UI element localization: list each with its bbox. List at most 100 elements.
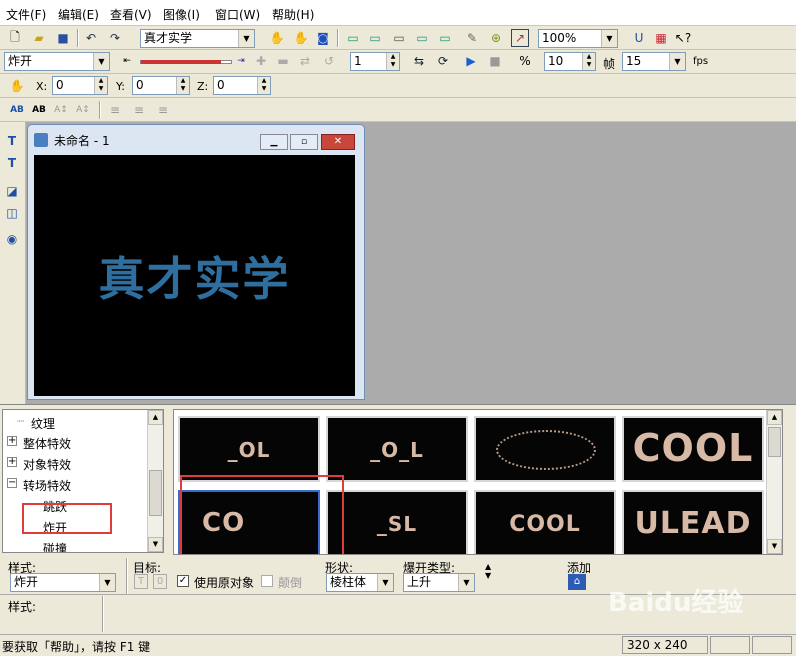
tree-item-transition-effects[interactable]: 转场特效 [23,477,71,494]
spin-arrows-icon[interactable]: ▲ ▼ [94,77,107,94]
text-select-icon[interactable]: T [3,154,21,172]
text-spacing-up-icon[interactable]: A↕ [52,101,70,119]
view-back-icon[interactable]: ▭ [436,29,454,47]
close-icon[interactable]: ✕ [321,134,355,150]
scroll-down-icon[interactable]: ▼ [148,537,163,552]
align-right-icon[interactable]: ≡ [154,101,172,119]
effect-thumb[interactable]: _SL [326,490,468,554]
effect-thumb[interactable]: _OL [178,416,320,482]
pingpong-icon[interactable]: ⇆ [410,52,428,70]
spin-arrows-icon[interactable]: ▲ ▼ [257,77,270,94]
globe-icon[interactable]: ⊕ [487,29,505,47]
menu-image[interactable]: 图像(I) [163,6,200,23]
effect-thumb[interactable]: ULEAD [622,490,764,554]
palette-icon[interactable]: ▦ [652,29,670,47]
range-start-icon[interactable]: ⇤ [118,52,136,70]
scroll-properties-icon[interactable]: ▲ ▼ [485,562,491,580]
text-bold-icon[interactable]: AB [8,101,26,119]
reverse-keyframe-icon[interactable]: ⇄ [296,52,314,70]
text-tool-icon[interactable]: T [3,132,21,150]
move-object-icon[interactable]: ✋ [8,77,26,95]
view-top-icon[interactable]: ▭ [366,29,384,47]
hand-pan-icon[interactable]: ✋ [268,29,286,47]
align-center-icon[interactable]: ≡ [130,101,148,119]
scroll-up-icon[interactable]: ▲ [767,410,782,425]
tree-scroll-thumb[interactable] [149,470,162,516]
align-left-icon[interactable]: ≡ [106,101,124,119]
chevron-down-icon[interactable]: ▼ [99,574,115,591]
preview-canvas[interactable]: 真才实学 [34,155,355,396]
menu-file[interactable]: 文件(F) [6,6,46,23]
expand-plus-icon[interactable]: + [7,436,17,446]
text-spacing-down-icon[interactable]: A↕ [74,101,92,119]
scroll-down-icon[interactable]: ▼ [767,539,782,554]
view-side-icon[interactable]: ▭ [390,29,408,47]
effect-combo[interactable]: 炸开 ▼ [4,52,110,71]
light-tool-icon[interactable]: ✎ [463,29,481,47]
chevron-down-icon[interactable]: ▼ [238,30,254,47]
y-spinner[interactable]: 0 ▲ ▼ [132,76,190,95]
tree-scrollbar[interactable]: ▲ ▼ [147,410,163,552]
ulead-logo-icon[interactable]: U [630,29,648,47]
help-pointer-icon[interactable]: ↖? [674,29,692,47]
menu-edit[interactable]: 编辑(E) [58,6,99,23]
loop-icon[interactable]: ⟳ [434,52,452,70]
target-text-icon[interactable]: T [134,574,148,589]
spin-arrows-icon[interactable]: ▲ ▼ [582,53,595,70]
select-object-icon[interactable]: ◙ [314,29,332,47]
add-keyframe-icon[interactable]: ✚ [252,52,270,70]
tree-item-texture[interactable]: 纹理 [31,415,55,432]
time-slider-track[interactable] [140,60,232,64]
loop-back-icon[interactable]: ↺ [320,52,338,70]
play-icon[interactable]: ▶ [462,52,480,70]
chevron-down-icon[interactable]: ▼ [669,53,685,70]
scroll-up-icon[interactable]: ▲ [148,410,163,425]
spin-arrows-icon[interactable]: ▲ ▼ [176,77,189,94]
menu-window[interactable]: 窗口(W) [215,6,260,23]
chevron-down-icon[interactable]: ▼ [601,30,617,47]
thumbs-scrollbar[interactable]: ▲ ▼ [766,410,782,554]
flip-checkbox[interactable] [261,575,273,587]
mask-tool-icon[interactable]: ◫ [3,204,21,222]
thumbs-scroll-thumb[interactable] [768,427,781,457]
chevron-down-icon[interactable]: ▼ [377,574,393,591]
frames-spinner[interactable]: 10 ▲ ▼ [544,52,596,71]
target-object-icon[interactable]: 0 [153,574,167,589]
new-file-icon[interactable]: 🗋 [6,29,24,47]
z-spinner[interactable]: 0 ▲ ▼ [213,76,271,95]
remove-keyframe-icon[interactable]: ▬ [274,52,292,70]
effect-thumb[interactable]: COOL [474,490,616,554]
effect-thumb[interactable] [474,416,616,482]
redo-icon[interactable]: ↷ [106,29,124,47]
undo-icon[interactable]: ↶ [82,29,100,47]
stop-icon[interactable]: ■ [486,52,504,70]
chart-tool-icon[interactable]: ↗ [511,29,529,47]
menu-help[interactable]: 帮助(H) [272,6,314,23]
minimize-icon[interactable]: ▁ [260,134,288,150]
chevron-down-icon[interactable]: ▼ [93,53,109,70]
shape-combo[interactable]: 棱柱体 ▼ [326,573,394,592]
tree-item-global-effects[interactable]: 整体特效 [23,435,71,452]
tree-item-collide[interactable]: 碰撞 [43,540,67,552]
add-effect-button[interactable]: ⌂ [568,574,586,590]
percent-tool-icon[interactable]: % [516,52,534,70]
use-original-checkbox[interactable]: ✓ [177,575,189,587]
zoom-combo[interactable]: 100% ▼ [538,29,618,48]
rotate-hand-icon[interactable]: ✋ [292,29,310,47]
maximize-icon[interactable]: ▫ [290,134,318,150]
text-italic-icon[interactable]: AB [30,101,48,119]
expand-plus-icon[interactable]: + [7,457,17,467]
effect-thumb[interactable]: _O_L [326,416,468,482]
view-front-icon[interactable]: ▭ [344,29,362,47]
text-combo[interactable]: 真才实学 ▼ [140,29,255,48]
explode-type-combo[interactable]: 上升 ▼ [403,573,475,592]
open-folder-icon[interactable]: ▰ [30,29,48,47]
save-icon[interactable]: ■ [54,29,72,47]
frame-spinner[interactable]: 1 ▲ ▼ [350,52,400,71]
menu-view[interactable]: 查看(V) [110,6,152,23]
chevron-down-icon[interactable]: ▼ [458,574,474,591]
spin-arrows-icon[interactable]: ▲ ▼ [386,53,399,70]
tree-item-object-effects[interactable]: 对象特效 [23,456,71,473]
effect-thumb[interactable]: COOL [622,416,764,482]
x-spinner[interactable]: 0 ▲ ▼ [52,76,108,95]
